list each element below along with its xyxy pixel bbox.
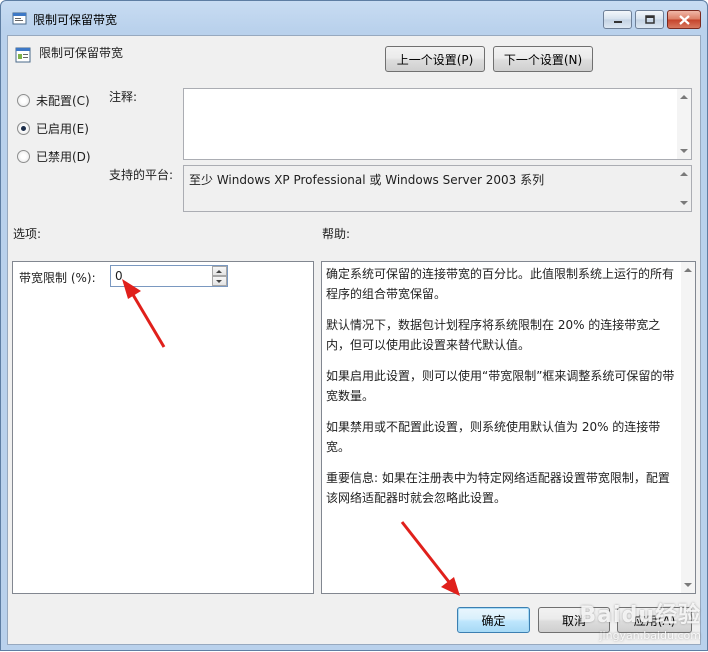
help-panel: 确定系统可保留的连接带宽的百分比。此值限制系统上运行的所有程序的组合带宽保留。 … bbox=[321, 261, 696, 594]
spin-up-icon[interactable] bbox=[212, 266, 227, 276]
close-icon bbox=[678, 14, 690, 25]
help-paragraph: 默认情况下，数据包计划程序将系统限制在 20% 的连接带宽之内，但可以使用此设置… bbox=[326, 318, 661, 352]
watermark: Baidu经验 jingyan.baidu.com bbox=[579, 597, 701, 642]
scroll-up-icon[interactable] bbox=[680, 172, 688, 176]
scroll-up-icon[interactable] bbox=[680, 95, 688, 99]
next-setting-button[interactable]: 下一个设置(N) bbox=[493, 46, 593, 72]
help-paragraph: 如果启用此设置，则可以使用“带宽限制”框来调整系统可保留的带宽数量。 bbox=[326, 369, 675, 403]
scroll-up-icon[interactable] bbox=[684, 268, 692, 272]
platform-label: 支持的平台: bbox=[109, 168, 174, 182]
bandwidth-limit-input[interactable]: 0 bbox=[110, 265, 228, 287]
radio-label: 已禁用(D) bbox=[36, 150, 91, 164]
maximize-button[interactable] bbox=[635, 10, 664, 29]
minimize-icon bbox=[613, 20, 622, 23]
bandwidth-spinner[interactable] bbox=[212, 266, 227, 286]
dialog-window: 限制可保留带宽 限制可保留带宽 上一个设置(P) 下一个设置(N) 未配置(C)… bbox=[0, 0, 708, 651]
radio-button[interactable] bbox=[17, 150, 30, 163]
help-paragraph: 重要信息: 如果在注册表中为特定网络适配器设置带宽限制，配置该网络适配器时就会忽… bbox=[326, 471, 670, 505]
platform-value: 至少 Windows XP Professional 或 Windows Ser… bbox=[189, 173, 545, 187]
radio-label: 已启用(E) bbox=[36, 122, 89, 136]
maximize-icon bbox=[644, 15, 655, 24]
help-scrollbar[interactable] bbox=[681, 262, 695, 593]
title-bar[interactable]: 限制可保留带宽 bbox=[1, 1, 707, 35]
help-paragraph: 确定系统可保留的连接带宽的百分比。此值限制系统上运行的所有程序的组合带宽保留。 bbox=[326, 267, 675, 301]
radio-button[interactable] bbox=[17, 122, 30, 135]
previous-setting-button[interactable]: 上一个设置(P) bbox=[385, 46, 485, 72]
options-panel: 带宽限制 (%): 0 bbox=[12, 261, 314, 594]
radio-disabled[interactable]: 已禁用(D) bbox=[17, 148, 91, 165]
minimize-button[interactable] bbox=[603, 10, 632, 29]
platform-scrollbar[interactable] bbox=[677, 166, 691, 211]
comment-label: 注释: bbox=[109, 90, 138, 104]
bandwidth-limit-label: 带宽限制 (%): bbox=[19, 271, 96, 285]
platform-field: 至少 Windows XP Professional 或 Windows Ser… bbox=[183, 165, 692, 212]
watermark-url: jingyan.baidu.com bbox=[599, 629, 701, 642]
help-text: 确定系统可保留的连接带宽的百分比。此值限制系统上运行的所有程序的组合带宽保留。 … bbox=[326, 264, 678, 519]
policy-icon bbox=[12, 12, 27, 25]
close-button[interactable] bbox=[667, 10, 701, 29]
scroll-down-icon[interactable] bbox=[680, 149, 688, 153]
radio-label: 未配置(C) bbox=[36, 94, 90, 108]
radio-enabled[interactable]: 已启用(E) bbox=[17, 120, 89, 137]
comment-scrollbar[interactable] bbox=[677, 89, 691, 159]
window-title: 限制可保留带宽 bbox=[33, 13, 118, 27]
setting-icon bbox=[15, 47, 31, 63]
ok-button[interactable]: 确定 bbox=[457, 607, 530, 633]
help-heading: 帮助: bbox=[322, 227, 351, 241]
scroll-down-icon[interactable] bbox=[680, 201, 688, 205]
radio-not-configured[interactable]: 未配置(C) bbox=[17, 92, 90, 109]
radio-button[interactable] bbox=[17, 94, 30, 107]
help-paragraph: 如果禁用或不配置此设置，则系统使用默认值为 20% 的连接带宽。 bbox=[326, 420, 661, 454]
scroll-down-icon[interactable] bbox=[684, 583, 692, 587]
watermark-logo: Baidu经验 bbox=[579, 603, 701, 628]
dialog-body: 限制可保留带宽 上一个设置(P) 下一个设置(N) 未配置(C) 已启用(E) … bbox=[7, 35, 701, 645]
setting-name: 限制可保留带宽 bbox=[39, 46, 124, 60]
options-heading: 选项: bbox=[13, 227, 42, 241]
comment-textarea[interactable] bbox=[183, 88, 692, 160]
spin-down-icon[interactable] bbox=[212, 276, 227, 286]
